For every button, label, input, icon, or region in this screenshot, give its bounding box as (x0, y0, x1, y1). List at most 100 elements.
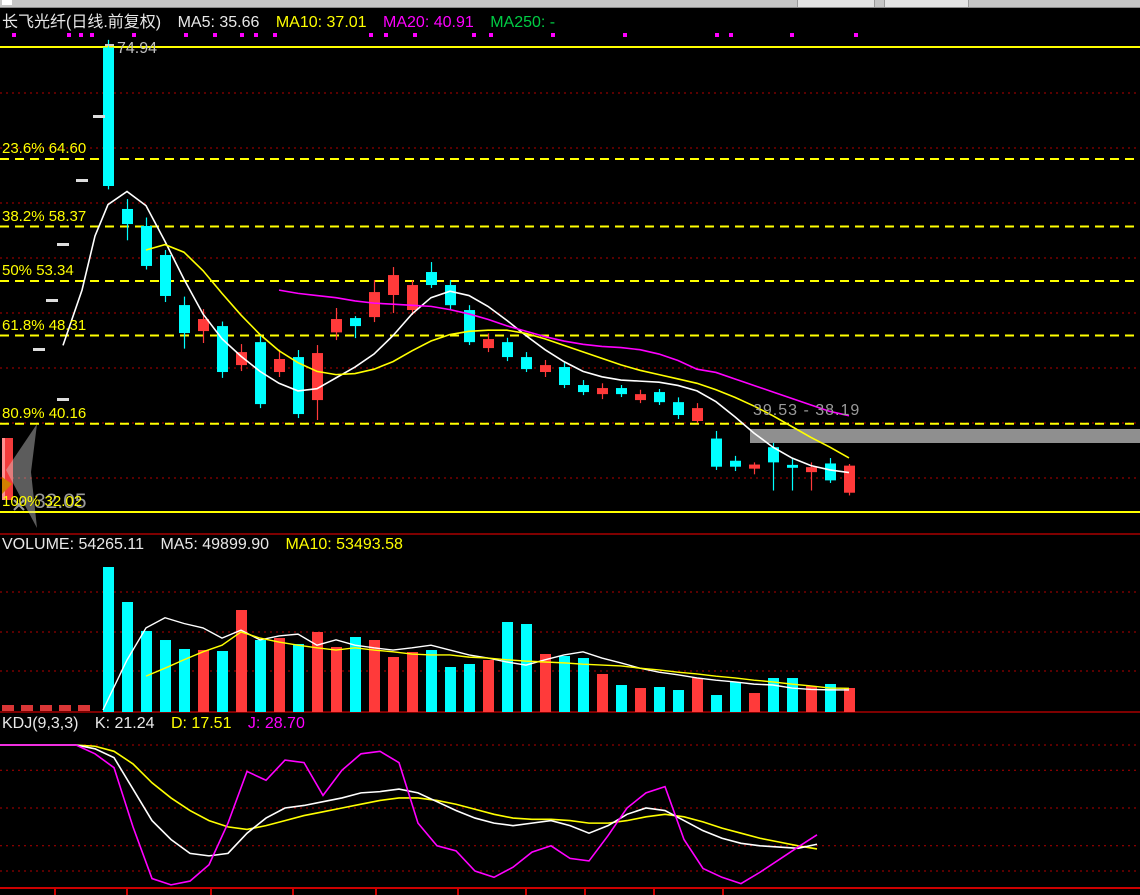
time-axis-tick (722, 889, 724, 895)
candle-body (331, 319, 342, 332)
candle-body (711, 439, 722, 467)
trend-dash (57, 398, 69, 401)
top-strip-button[interactable] (797, 0, 875, 7)
volume-bar (388, 657, 399, 712)
candle-body (540, 365, 551, 372)
volume-bar (578, 658, 589, 712)
marker-dot (254, 33, 258, 37)
candle-body (825, 463, 836, 480)
candle-body (483, 339, 494, 348)
volume-bar (217, 651, 228, 712)
candle-body (388, 275, 399, 295)
candle-body (369, 292, 380, 317)
marker-dot (551, 33, 555, 37)
volume-bar (730, 682, 741, 712)
marker-dot (715, 33, 719, 37)
volume-stub (40, 705, 52, 711)
volume-bar (502, 622, 513, 712)
marker-dot (369, 33, 373, 37)
time-axis-tick (584, 889, 586, 895)
candle-body (502, 342, 513, 357)
stock-chart-window: 长飞光纤(日线.前复权) MA5: 35.66 MA10: 37.01 MA20… (0, 0, 1140, 895)
volume-bar (483, 660, 494, 712)
volume-bar (445, 667, 456, 712)
marker-dot (384, 33, 388, 37)
time-axis-tick (292, 889, 294, 895)
candle-body (787, 465, 798, 468)
price-ma20-line (279, 290, 849, 416)
candle-body (122, 209, 133, 224)
marker-dot (790, 33, 794, 37)
volume-bar (521, 624, 532, 712)
marker-dot (184, 33, 188, 37)
time-axis-line (0, 887, 1140, 889)
kdj-j-line (0, 745, 817, 885)
volume-bar (122, 602, 133, 712)
volume-bar (293, 644, 304, 712)
volume-bar (198, 650, 209, 712)
candle-body (806, 467, 817, 472)
volume-bar (464, 664, 475, 712)
candle-body (635, 394, 646, 400)
marker-dot (413, 33, 417, 37)
candle-body (578, 385, 589, 392)
volume-bar (160, 640, 171, 712)
volume-bar (255, 640, 266, 712)
volume-bar (692, 678, 703, 712)
price-ma10-line (146, 245, 849, 458)
candle-body (730, 461, 741, 467)
volume-bar (711, 695, 722, 712)
marker-dot (90, 33, 94, 37)
candle-body (312, 353, 323, 400)
trend-dash (76, 179, 88, 182)
candle-body (597, 388, 608, 394)
volume-bar (597, 674, 608, 712)
top-strip-button[interactable] (884, 0, 969, 7)
candle-body (445, 285, 456, 305)
marker-dot (273, 33, 277, 37)
candle-body (559, 367, 570, 385)
volume-stub (78, 705, 90, 711)
candle-body (217, 326, 228, 372)
trend-dash (93, 115, 105, 118)
marker-dot (623, 33, 627, 37)
marker-dot (729, 33, 733, 37)
trend-dash (57, 243, 69, 246)
volume-bar (673, 690, 684, 712)
marker-dot (854, 33, 858, 37)
marker-dot (67, 33, 71, 37)
top-strip-box (2, 0, 12, 5)
volume-bar (426, 650, 437, 712)
time-axis-tick (375, 889, 377, 895)
time-axis-tick (210, 889, 212, 895)
candle-body (255, 342, 266, 404)
time-axis-tick (525, 889, 527, 895)
time-axis-tick (653, 889, 655, 895)
volume-bar (236, 610, 247, 712)
marker-dot (132, 33, 136, 37)
time-axis-tick (54, 889, 56, 895)
candle-body (654, 392, 665, 402)
kdj-k-line (0, 745, 817, 856)
volume-bar (407, 652, 418, 712)
trend-dash (33, 348, 45, 351)
marker-dot (12, 33, 16, 37)
volume-bar (559, 656, 570, 712)
marker-dot (240, 33, 244, 37)
volume-bar (654, 687, 665, 712)
volume-bar (749, 693, 760, 712)
candle-body (350, 318, 361, 326)
chart-canvas[interactable] (0, 0, 1140, 895)
candle-body (426, 272, 437, 285)
volume-bar (844, 688, 855, 712)
candle-body (274, 359, 285, 372)
candle-body (521, 357, 532, 369)
window-top-strip (0, 0, 1140, 8)
volume-stub (21, 705, 33, 711)
candle-body (844, 466, 855, 493)
time-axis-tick (126, 889, 128, 895)
volume-bar (141, 631, 152, 712)
marker-dot (472, 33, 476, 37)
marker-dot (79, 33, 83, 37)
candle-body (749, 465, 760, 469)
